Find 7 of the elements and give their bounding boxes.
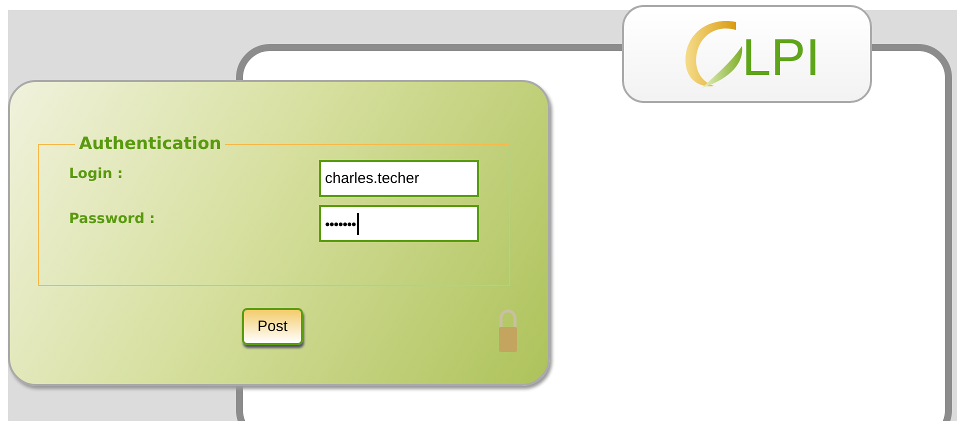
legend-title: Authentication bbox=[78, 134, 222, 154]
login-field[interactable]: charles.techer bbox=[319, 160, 479, 197]
field-label: Password : bbox=[68, 210, 155, 226]
password-field[interactable]: ••••••• bbox=[319, 205, 479, 242]
logo-text: LPI bbox=[742, 28, 820, 88]
post-button[interactable]: Post bbox=[242, 308, 303, 345]
field-label: Login : bbox=[68, 166, 123, 182]
